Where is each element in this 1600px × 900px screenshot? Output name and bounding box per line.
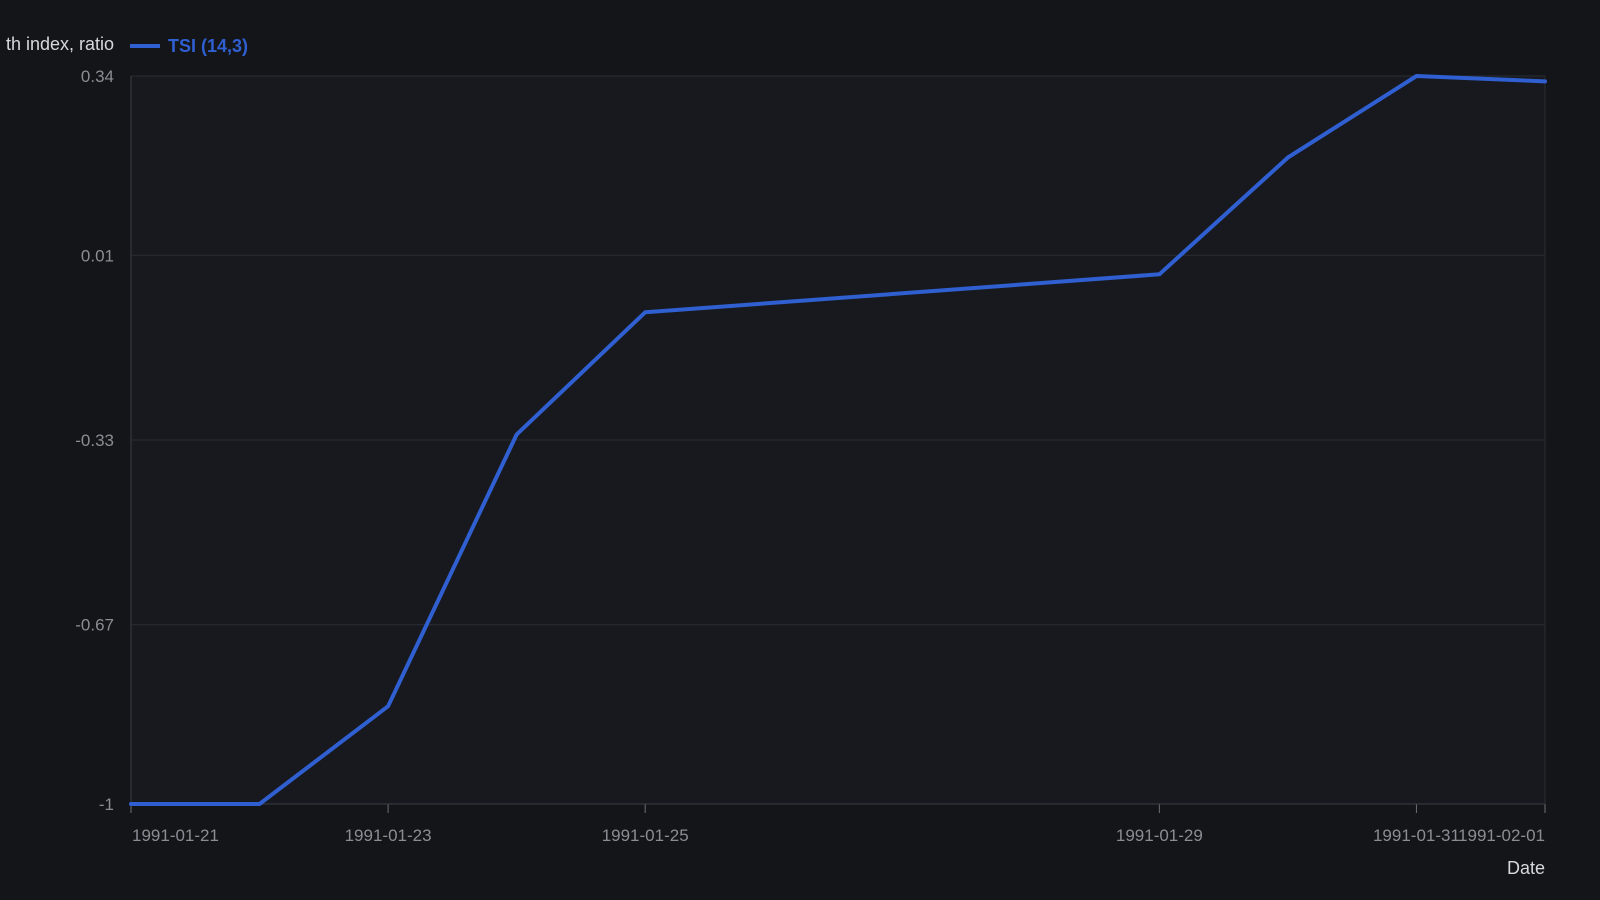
legend[interactable]: TSI (14,3) bbox=[130, 36, 248, 56]
y-axis-title: th index, ratio bbox=[6, 34, 114, 54]
x-tick-label: 1991-01-21 bbox=[132, 826, 219, 845]
y-tick-label: -1 bbox=[99, 795, 114, 814]
y-tick-label: -0.33 bbox=[75, 431, 114, 450]
legend-label-tsi: TSI (14,3) bbox=[168, 36, 248, 56]
y-tick-label: 0.34 bbox=[81, 67, 114, 86]
x-tick-label: 1991-01-29 bbox=[1116, 826, 1203, 845]
y-axis-ticks: 0.34 0.01 -0.33 -0.67 -1 bbox=[75, 67, 114, 814]
x-tick-label: 1991-01-23 bbox=[345, 826, 432, 845]
y-tick-label: -0.67 bbox=[75, 616, 114, 635]
x-tick-label: 1991-01-25 bbox=[602, 826, 689, 845]
x-tick-label: 1991-01-31 bbox=[1373, 826, 1460, 845]
tsi-line-chart: 0.340.01-0.33-0.67-1 1991-01-21 1991-01-2… bbox=[6, 34, 1547, 878]
x-tick-label: 1991-02-01 bbox=[1458, 826, 1545, 845]
chart-container: 0.34 0.01 -0.33 -0.67 -1 1991-01-21 1991-01-2… bbox=[0, 0, 1600, 900]
y-tick-label: 0.01 bbox=[81, 246, 114, 265]
x-axis-title: Date bbox=[1507, 858, 1545, 878]
x-axis-ticks: 1991-01-21 1991-01-23 1991-01-25 1991-01-29… bbox=[130, 804, 1546, 845]
